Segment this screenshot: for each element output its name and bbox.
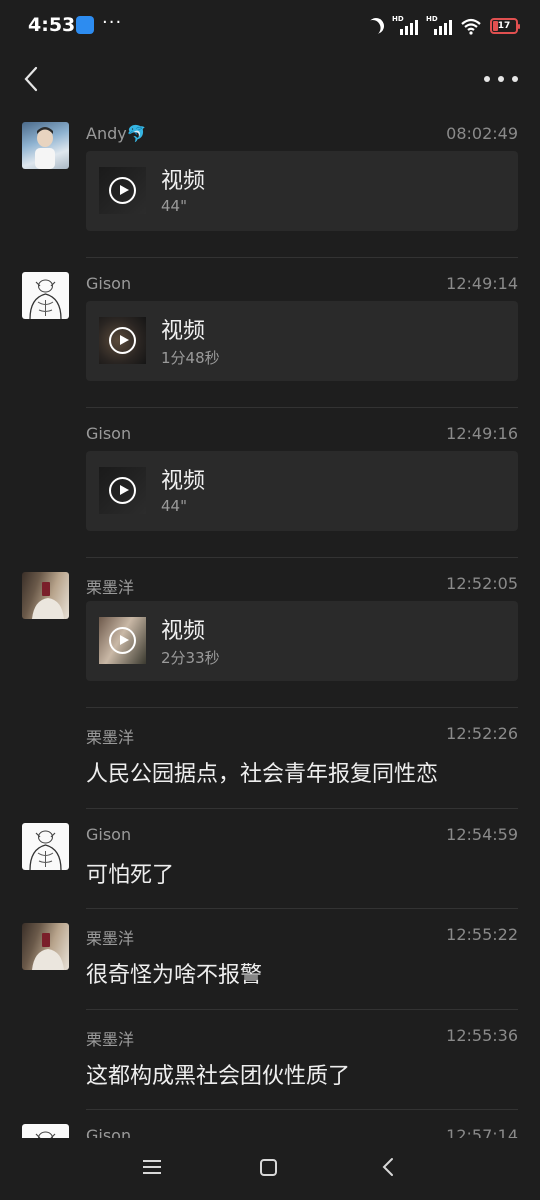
sender-name: Andy🐬 (86, 124, 147, 143)
avatar[interactable] (22, 272, 69, 319)
sender-name: 栗墨洋 (86, 578, 135, 597)
play-icon (109, 327, 136, 354)
avatar[interactable] (22, 923, 69, 970)
video-thumbnail (99, 617, 146, 664)
video-title: 视频 (161, 469, 206, 494)
message-item: 栗墨洋 12:52:26 人民公园据点，社会青年报复同性恋 (0, 708, 540, 809)
battery-level: 17 (497, 21, 511, 31)
sender-name: Gison (86, 424, 132, 443)
message-item: 栗墨洋 12:55:36 这都构成黑社会团伙性质了 (0, 1010, 540, 1110)
video-duration: 44" (161, 497, 187, 515)
avatar[interactable] (22, 1124, 69, 1138)
sender-name: Gison (86, 274, 132, 293)
signal-icon: HD (426, 15, 452, 35)
back-button[interactable] (16, 64, 46, 94)
avatar[interactable] (22, 572, 69, 619)
play-icon (109, 177, 136, 204)
video-thumbnail (99, 467, 146, 514)
play-icon (109, 477, 136, 504)
video-title: 视频 (161, 619, 206, 644)
status-time: 4:53 (28, 14, 76, 36)
message-time: 12:49:14 (446, 274, 518, 293)
message-time: 08:02:49 (446, 124, 518, 143)
message-item: Gison 12:49:16 视频 44" (0, 408, 540, 558)
status-bar: 4:53 ··· HD HD 17 (0, 0, 540, 52)
video-message[interactable]: 视频 2分33秒 (86, 601, 518, 681)
message-list[interactable]: Andy🐬 08:02:49 视频 44" Gison 12:49:14 视频 … (0, 108, 540, 1138)
system-nav-bar (0, 1138, 540, 1200)
video-title: 视频 (161, 319, 206, 344)
video-message[interactable]: 视频 1分48秒 (86, 301, 518, 381)
message-text[interactable]: 可怕死了 (86, 857, 174, 889)
message-text[interactable]: 很奇怪为啥不报警 (86, 957, 262, 989)
message-time: 12:55:36 (446, 1025, 518, 1045)
message-time: 12:52:26 (446, 724, 518, 743)
signal-icon: HD (392, 15, 418, 35)
recent-apps-icon[interactable] (143, 1160, 161, 1174)
sender-name: 栗墨洋 (86, 1029, 135, 1049)
more-dot-icon (512, 76, 518, 82)
video-duration: 44" (161, 197, 187, 215)
video-thumbnail (99, 167, 146, 214)
message-item: Andy🐬 08:02:49 视频 44" (0, 108, 540, 258)
do-not-disturb-icon (365, 15, 387, 37)
more-dot-icon (484, 76, 490, 82)
sender-name: Gison (86, 1126, 132, 1138)
message-item: 栗墨洋 12:55:22 很奇怪为啥不报警 (0, 909, 540, 1010)
home-icon[interactable] (260, 1159, 277, 1176)
more-dot-icon (498, 76, 504, 82)
sender-name: Gison (86, 824, 132, 844)
app-notification-icon (76, 16, 94, 34)
status-icons: HD HD 17 (365, 14, 520, 38)
sender-name: 栗墨洋 (86, 929, 135, 948)
message-time: 12:57:14 (446, 1126, 518, 1138)
avatar[interactable] (22, 122, 69, 169)
video-message[interactable]: 视频 44" (86, 451, 518, 531)
video-duration: 2分33秒 (161, 649, 220, 667)
message-time: 12:52:05 (446, 574, 518, 593)
play-icon (109, 627, 136, 654)
video-message[interactable]: 视频 44" (86, 151, 518, 231)
more-notifications-icon: ··· (102, 12, 123, 33)
message-item: Gison 12:49:14 视频 1分48秒 (0, 258, 540, 408)
video-duration: 1分48秒 (161, 349, 220, 367)
message-item: Gison 12:57:14 (0, 1110, 540, 1138)
video-thumbnail (99, 317, 146, 364)
avatar[interactable] (22, 822, 69, 870)
message-item: Gison 12:54:59 可怕死了 (0, 809, 540, 909)
back-nav-icon[interactable] (380, 1157, 398, 1177)
video-title: 视频 (161, 169, 206, 194)
chevron-left-icon (24, 66, 38, 92)
message-time: 12:55:22 (446, 925, 518, 944)
wifi-icon (461, 18, 481, 35)
message-item: 栗墨洋 12:52:05 视频 2分33秒 (0, 558, 540, 708)
sender-name: 栗墨洋 (86, 728, 135, 747)
message-time: 12:54:59 (446, 824, 518, 844)
nav-header (0, 52, 540, 108)
battery-icon: 17 (490, 18, 520, 34)
message-text[interactable]: 这都构成黑社会团伙性质了 (86, 1058, 350, 1090)
message-text[interactable]: 人民公园据点，社会青年报复同性恋 (86, 756, 438, 788)
message-time: 12:49:16 (446, 424, 518, 443)
more-options-button[interactable] (484, 64, 518, 94)
